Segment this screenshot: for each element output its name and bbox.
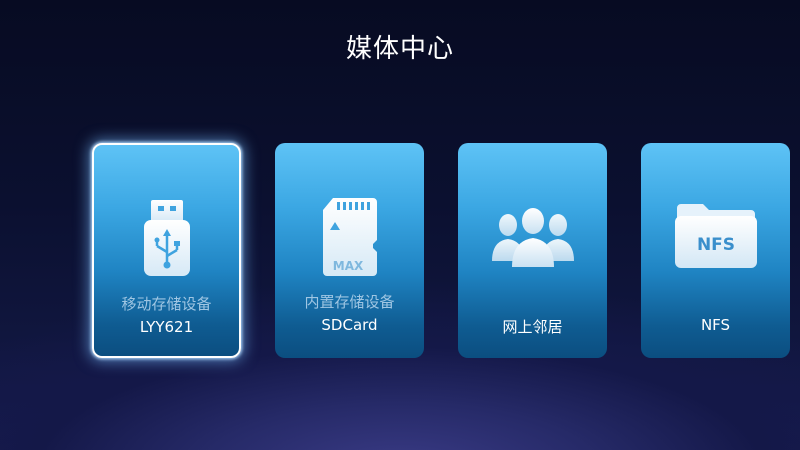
tile-subtitle: 移动存储设备 (121, 295, 212, 313)
page-title: 媒体中心 (345, 34, 454, 64)
tile-label: SDCard (321, 316, 378, 334)
sd-card-icon: MAX (275, 191, 424, 281)
sd-card-max-text: MAX (332, 259, 363, 273)
tile-sd-card[interactable]: MAX 内置存储设备 SDCard (275, 143, 424, 358)
network-users-icon (458, 191, 607, 281)
tile-nfs[interactable]: NFS NFS (641, 143, 790, 358)
usb-drive-icon (94, 193, 239, 283)
tile-usb-storage[interactable]: 移动存储设备 LYY621 (92, 143, 241, 358)
nfs-folder-text: NFS (696, 235, 734, 255)
tile-label: NFS (700, 316, 731, 334)
nfs-folder-icon: NFS (641, 191, 790, 281)
tile-subtitle: 内置存储设备 (304, 293, 395, 311)
tile-label: 网上邻居 (502, 318, 563, 336)
tile-label: LYY621 (139, 318, 194, 336)
tile-network-neighborhood[interactable]: 网上邻居 (458, 143, 607, 358)
